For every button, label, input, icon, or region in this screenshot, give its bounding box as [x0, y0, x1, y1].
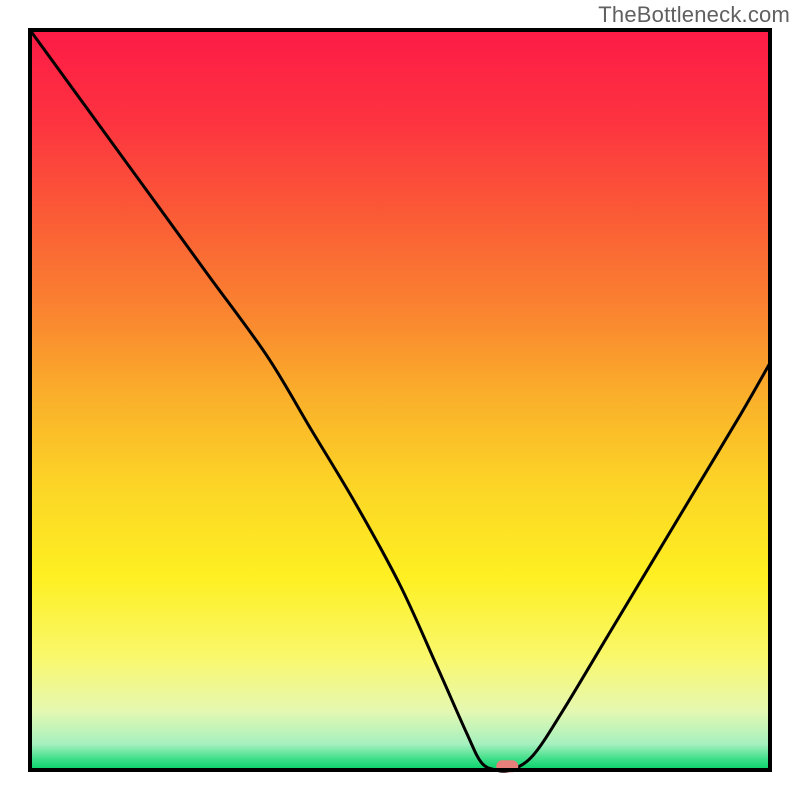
attribution-label: TheBottleneck.com	[598, 2, 790, 28]
chart-container: TheBottleneck.com	[0, 0, 800, 800]
plot-background-gradient	[30, 30, 770, 770]
bottleneck-chart	[0, 0, 800, 800]
